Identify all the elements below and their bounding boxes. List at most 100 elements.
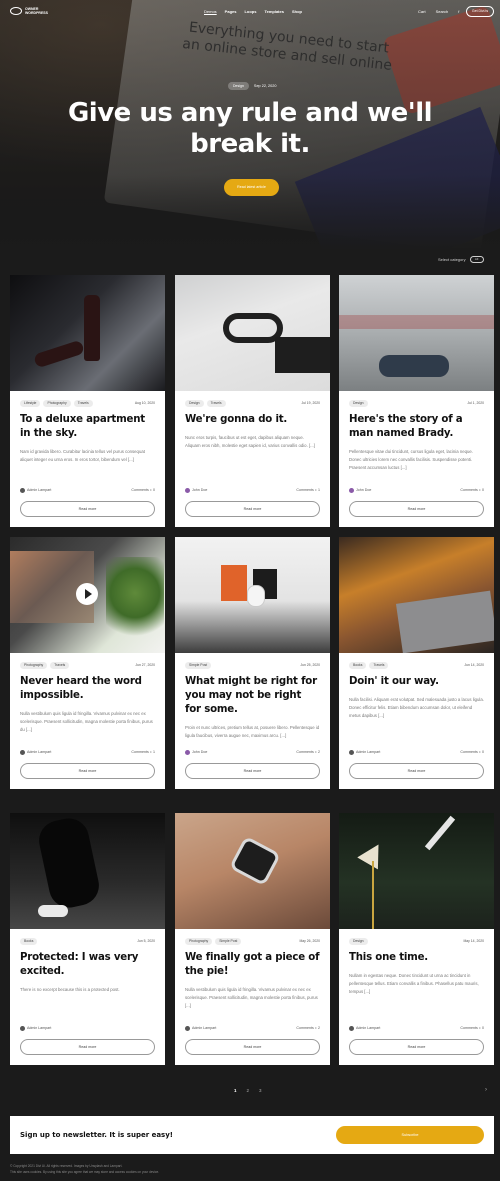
read-latest-article-button[interactable]: Read latest article — [224, 179, 279, 196]
post-tag[interactable]: Photography — [43, 399, 71, 407]
post-tag[interactable]: Photography — [185, 937, 213, 945]
post-title[interactable]: To a deluxe apartment in the sky. — [20, 413, 155, 441]
site-logo[interactable]: OWNER WORDPRESS — [10, 7, 48, 15]
post-tag[interactable]: Travels — [50, 661, 70, 669]
post-author[interactable]: John Doe — [192, 750, 207, 754]
post-card[interactable]: Photography Simple Post May 26, 2020 We fin… — [175, 813, 330, 1065]
read-more-button[interactable]: Read more — [20, 501, 155, 517]
hero-tag[interactable]: Design — [228, 82, 249, 90]
post-card-body: Photography Travels Jun 27, 2020 Never hear… — [20, 661, 155, 733]
post-card[interactable]: Lifestyle Photography Travels Aug 10, 2020 T… — [10, 275, 165, 527]
read-more-button[interactable]: Read more — [185, 763, 320, 779]
post-comments[interactable]: Comments ∘ 1 — [131, 750, 155, 754]
post-tags: Books — [20, 937, 155, 945]
post-tag[interactable]: Simple Post — [215, 937, 242, 945]
post-tag[interactable]: Travels — [369, 661, 389, 669]
read-more-button[interactable]: Read more — [20, 1039, 155, 1055]
post-author[interactable]: Admin Lampart — [356, 750, 380, 754]
post-excerpt: Pellentesque vitae dui tincidunt, cursus… — [349, 449, 473, 470]
menu-item-templates[interactable]: Templates — [264, 9, 284, 14]
subscribe-button[interactable]: Subscribe — [336, 1126, 484, 1144]
apartment-image[interactable] — [10, 275, 165, 391]
cart-link[interactable]: Cart — [418, 9, 426, 14]
post-author[interactable]: Admin Lampart — [356, 1026, 380, 1030]
post-tag[interactable]: Design — [349, 937, 368, 945]
post-date: May 14, 2020 — [463, 939, 484, 943]
read-more-button[interactable]: Read more — [349, 763, 484, 779]
author-avatar — [349, 1026, 354, 1031]
post-comments[interactable]: Comments ∘ 2 — [296, 1026, 320, 1030]
post-title[interactable]: Here's the story of a man named Brady. — [349, 413, 484, 441]
post-comments[interactable]: Comments ∘ 0 — [460, 1026, 484, 1030]
post-title[interactable]: This one time. — [349, 951, 484, 965]
post-author[interactable]: John Doe — [356, 488, 371, 492]
menu-item-demos[interactable]: Demos — [204, 9, 217, 14]
post-tag[interactable]: Books — [20, 937, 38, 945]
page-2[interactable]: 2 — [247, 1088, 250, 1093]
headphones-shape — [223, 313, 283, 343]
page-1[interactable]: 1 — [234, 1088, 237, 1093]
post-card[interactable]: Simple Post Jun 25, 2020 What might be rig… — [175, 537, 330, 789]
post-author[interactable]: Admin Lampart — [192, 1026, 216, 1030]
category-select-label: Select category — [438, 257, 466, 262]
read-more-button[interactable]: Read more — [349, 1039, 484, 1055]
post-card[interactable]: Design Travels Jul 19, 2020 We're gonna do … — [175, 275, 330, 527]
post-card[interactable]: Design Jul 1, 2020 Here's the story of a m… — [339, 275, 494, 527]
read-more-button[interactable]: Read more — [185, 1039, 320, 1055]
post-tag[interactable]: Design — [185, 399, 204, 407]
footer-copyright: © Copyright 2021 Divi Ui. All rights res… — [10, 1164, 123, 1168]
post-title[interactable]: Doin' it our way. — [349, 675, 484, 689]
post-card-body: Design May 14, 2020 This one time. Nullam i… — [349, 937, 484, 995]
post-title[interactable]: What might be right for you may not be r… — [185, 675, 320, 717]
post-card[interactable]: Books Travels Jun 14, 2020 Doin' it our way… — [339, 537, 494, 789]
post-author[interactable]: John Doe — [192, 488, 207, 492]
read-more-button[interactable]: Read more — [349, 501, 484, 517]
post-title[interactable]: We finally got a piece of the pie! — [185, 951, 320, 979]
menu-item-loops[interactable]: Loops — [244, 9, 256, 14]
post-tag[interactable]: Lifestyle — [20, 399, 41, 407]
laptop-sweater-image[interactable] — [339, 537, 494, 653]
orange-book-shape — [221, 565, 247, 601]
category-select[interactable]: Select category All — [438, 256, 484, 263]
post-tag[interactable]: Books — [349, 661, 367, 669]
post-title[interactable]: We're gonna do it. — [185, 413, 320, 427]
play-icon[interactable] — [76, 583, 98, 605]
video-call-image[interactable] — [10, 537, 165, 653]
post-comments[interactable]: Comments ∘ 1 — [296, 488, 320, 492]
post-author[interactable]: Admin Lampart — [27, 750, 51, 754]
desk-speaker-image[interactable] — [175, 537, 330, 653]
post-title[interactable]: Never heard the word impossible. — [20, 675, 155, 703]
facebook-icon[interactable]: f — [458, 9, 459, 14]
menu-item-shop[interactable]: Shop — [292, 9, 302, 14]
post-tag[interactable]: Travels — [73, 399, 93, 407]
post-comments[interactable]: Comments ∘ 2 — [296, 750, 320, 754]
menu-item-pages[interactable]: Pages — [225, 9, 237, 14]
read-more-button[interactable]: Read more — [185, 501, 320, 517]
next-page-icon[interactable]: › — [485, 1087, 487, 1093]
post-tag[interactable]: Photography — [20, 661, 48, 669]
page-3[interactable]: 3 — [259, 1088, 262, 1093]
post-title[interactable]: Protected: I was very excited. — [20, 951, 155, 979]
post-card[interactable]: Books Jun 5, 2020 Protected: I was very ex… — [10, 813, 165, 1065]
post-card[interactable]: Photography Travels Jun 27, 2020 Never hear… — [10, 537, 165, 789]
post-tag[interactable]: Travels — [206, 399, 226, 407]
post-comments[interactable]: Comments ∘ 0 — [131, 488, 155, 492]
post-comments[interactable]: Comments ∘ 0 — [460, 488, 484, 492]
sneakers-sign-image[interactable] — [339, 275, 494, 391]
post-comments[interactable]: Comments ∘ 0 — [460, 750, 484, 754]
post-tag[interactable]: Simple Post — [185, 661, 212, 669]
smartwatch-image[interactable] — [175, 813, 330, 929]
get-divi-button[interactable]: Get Divi.ts — [466, 6, 494, 17]
read-more-button[interactable]: Read more — [20, 763, 155, 779]
lamp-stand-shape — [372, 861, 374, 929]
post-card[interactable]: Design May 14, 2020 This one time. Nullam i… — [339, 813, 494, 1065]
post-author[interactable]: Admin Lampart — [27, 1026, 51, 1030]
post-date: Jun 5, 2020 — [137, 939, 155, 943]
search-link[interactable]: Search — [436, 9, 449, 14]
paper-bird-image[interactable] — [339, 813, 494, 929]
post-tag[interactable]: Design — [349, 399, 368, 407]
jumping-person-image[interactable] — [10, 813, 165, 929]
post-author[interactable]: Admin Lampart — [27, 488, 51, 492]
category-select-pill[interactable]: All — [469, 256, 484, 263]
headphones-desk-image[interactable] — [175, 275, 330, 391]
